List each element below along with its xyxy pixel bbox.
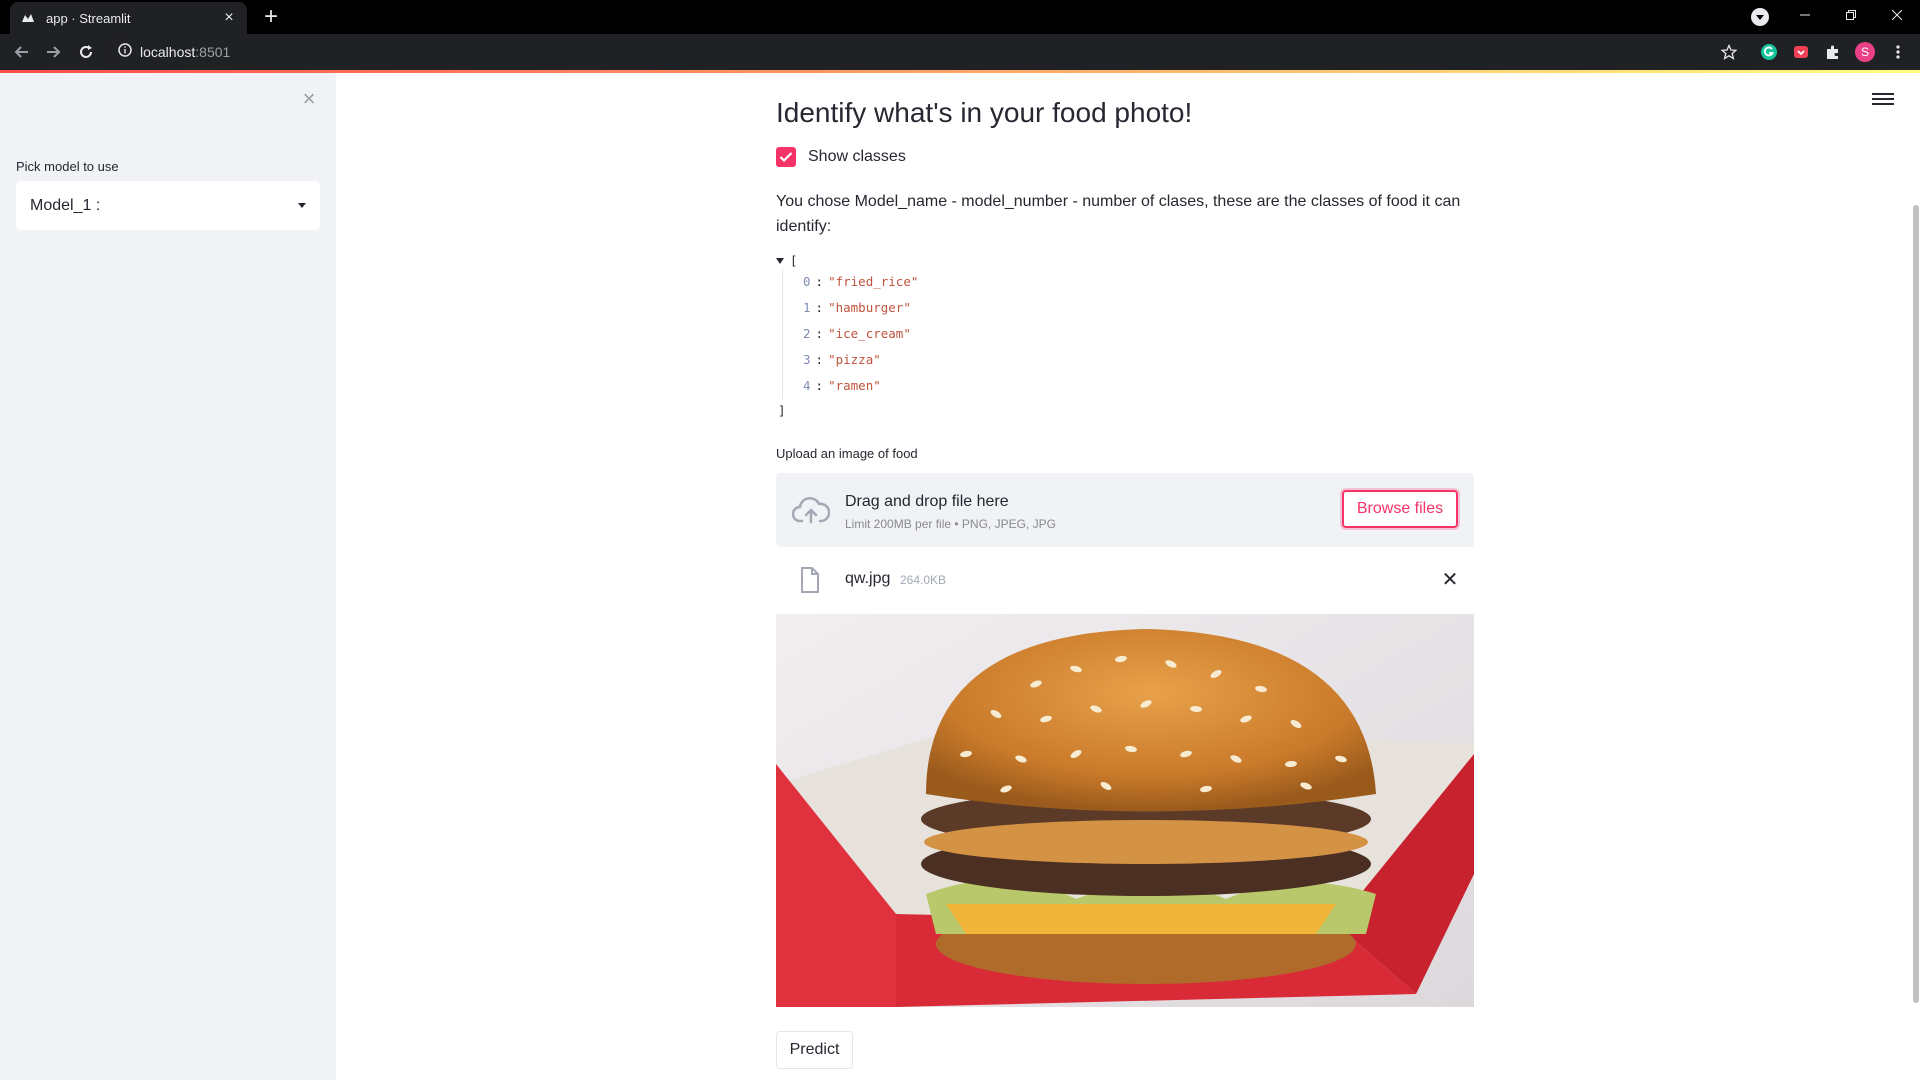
dropzone-title: Drag and drop file here — [845, 493, 1009, 510]
back-arrow-icon[interactable] — [10, 40, 34, 64]
sidebar-close-icon[interactable]: × — [297, 87, 321, 111]
file-size: 264.0KB — [900, 573, 947, 587]
json-collapse-toggle[interactable]: [ — [776, 253, 798, 268]
model-select-value: Model_1 : — [30, 196, 101, 214]
json-index: 2 — [803, 326, 811, 341]
model-select-label: Pick model to use — [16, 159, 119, 174]
file-icon — [801, 567, 819, 593]
browse-files-button[interactable]: Browse files — [1342, 490, 1458, 528]
caret-down-icon — [776, 257, 784, 264]
hamburger-menu-icon[interactable] — [1872, 90, 1894, 108]
bookmark-star-icon[interactable] — [1719, 42, 1739, 62]
checkmark-icon — [779, 152, 793, 163]
window-controls — [1782, 0, 1920, 34]
sidebar: × Pick model to use Model_1 : — [0, 73, 336, 1080]
json-value: "pizza" — [828, 352, 881, 367]
minimize-icon[interactable] — [1782, 0, 1828, 30]
json-index: 0 — [803, 274, 811, 289]
address-bar[interactable]: localhost:8501 — [110, 38, 1783, 66]
site-info-icon[interactable] — [118, 42, 132, 62]
browser-menu-icon[interactable] — [1888, 42, 1908, 62]
cloud-upload-icon — [792, 497, 830, 524]
hamburger-photo — [776, 614, 1474, 1007]
browser-titlebar: app · Streamlit × + — [0, 0, 1920, 34]
media-control-icon[interactable] — [1751, 8, 1769, 26]
tab-close-icon[interactable]: × — [221, 10, 237, 26]
json-open-bracket: [ — [790, 253, 798, 268]
uploaded-file-row: qw.jpg 264.0KB ✕ — [776, 560, 1474, 600]
show-classes-label: Show classes — [808, 148, 906, 165]
json-row: 2: "ice_cream" — [803, 326, 911, 341]
json-value: "hamburger" — [828, 300, 911, 315]
browser-tab[interactable]: app · Streamlit × — [10, 2, 247, 34]
streamlit-app: × Pick model to use Model_1 : Identify w… — [0, 70, 1920, 1080]
json-index: 4 — [803, 378, 811, 393]
scrollbar-thumb[interactable] — [1913, 205, 1919, 1003]
page-title: Identify what's in your food photo! — [776, 97, 1193, 128]
upload-label: Upload an image of food — [776, 446, 918, 461]
file-name: qw.jpg — [845, 570, 891, 587]
profile-avatar[interactable]: S — [1855, 42, 1875, 62]
streamlit-favicon-icon — [20, 10, 36, 26]
tab-title: app · Streamlit — [46, 10, 131, 26]
model-select[interactable]: Model_1 : — [16, 181, 320, 230]
url-port: :8501 — [195, 44, 231, 60]
classes-description: You chose Model_name - model_number - nu… — [776, 193, 1461, 235]
json-value: "ramen" — [828, 378, 881, 393]
remove-file-icon[interactable]: ✕ — [1438, 568, 1462, 592]
json-rows: 0: "fried_rice" 1: "hamburger" 2: "ice_crea… — [782, 269, 918, 399]
json-row: 3: "pizza" — [803, 352, 881, 367]
json-index: 1 — [803, 300, 811, 315]
new-tab-button[interactable]: + — [258, 5, 284, 31]
browser-toolbar: localhost:8501 S — [0, 34, 1920, 70]
page-scrollbar[interactable] — [1912, 205, 1920, 1005]
dropzone-limits: Limit 200MB per file • PNG, JPEG, JPG — [845, 517, 1056, 531]
extensions-puzzle-icon[interactable] — [1823, 42, 1843, 62]
show-classes-checkbox-row[interactable]: Show classes — [776, 147, 906, 167]
predict-button[interactable]: Predict — [776, 1031, 853, 1069]
json-value: "fried_rice" — [828, 274, 919, 289]
json-close-bracket: ] — [778, 403, 786, 418]
close-window-icon[interactable] — [1874, 0, 1920, 30]
reload-icon[interactable] — [74, 40, 98, 64]
chevron-down-icon — [298, 203, 306, 208]
json-row: 1: "hamburger" — [803, 300, 911, 315]
restore-icon[interactable] — [1828, 0, 1874, 30]
pocket-extension-icon[interactable] — [1791, 42, 1811, 62]
json-row: 4: "ramen" — [803, 378, 881, 393]
file-dropzone[interactable]: Drag and drop file here Limit 200MB per … — [776, 473, 1474, 547]
forward-arrow-icon[interactable] — [41, 40, 65, 64]
json-row: 0: "fried_rice" — [803, 274, 919, 289]
json-index: 3 — [803, 352, 811, 367]
json-value: "ice_cream" — [828, 326, 911, 341]
uploaded-image-preview — [776, 614, 1474, 1007]
url-text: localhost:8501 — [140, 44, 230, 60]
show-classes-checkbox[interactable] — [776, 147, 796, 167]
url-host: localhost — [140, 44, 196, 60]
grammarly-extension-icon[interactable] — [1759, 42, 1779, 62]
